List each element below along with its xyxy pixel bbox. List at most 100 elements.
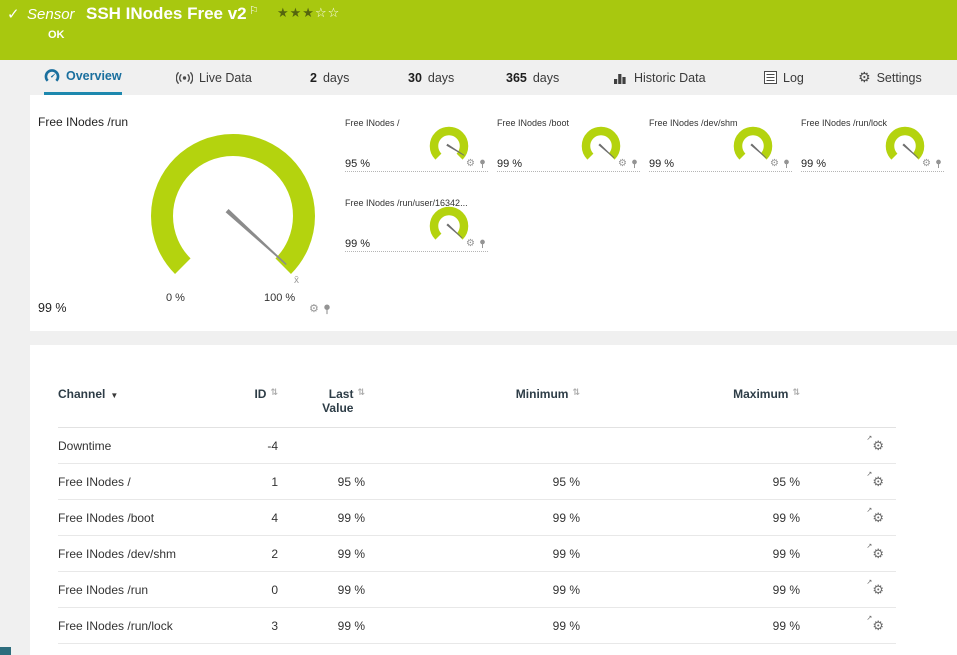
channel-name[interactable]: Free INodes /boot (58, 499, 198, 536)
channel-last-value (278, 427, 365, 464)
tab-overview-label: Overview (66, 69, 122, 83)
channel-minimum (365, 427, 580, 464)
gauge-settings-gear-icon[interactable]: ⚙ (466, 239, 475, 249)
sort-icon: ⇅ (792, 387, 800, 397)
sensor-header: ✓ Sensor SSH INodes Free v2 ⚐ ★★★☆☆ OK (0, 0, 957, 60)
gauge-pin-icon[interactable] (783, 159, 790, 169)
channel-id: 3 (198, 607, 278, 644)
channel-table: Channel ▼ ID ⇅ Last Value⇅ Minimum ⇅ Maximu… (58, 381, 896, 655)
channel-name[interactable]: Free INodes /run/user/16... (58, 643, 198, 655)
col-header-maximum[interactable]: Maximum ⇅ (580, 381, 800, 428)
channel-name[interactable]: Free INodes /dev/shm (58, 535, 198, 572)
channel-name[interactable]: Free INodes /run (58, 571, 198, 608)
channel-last-value: 99 % (278, 643, 365, 655)
star-rating[interactable]: ★★★☆☆ (277, 5, 340, 21)
channel-settings-icon[interactable]: ↗ ⚙ (866, 507, 884, 525)
primary-gauge-needle (225, 208, 287, 265)
channel-maximum: 99 % (580, 643, 800, 655)
tab-live-data[interactable]: Live Data (176, 60, 252, 95)
small-gauge-value: 99 % (345, 238, 371, 250)
channel-maximum: 95 % (580, 463, 800, 500)
gauge-pin-icon[interactable] (479, 159, 486, 169)
table-row[interactable]: Free INodes /boot 4 99 % 99 % 99 % ↗ ⚙ (58, 499, 896, 536)
table-row[interactable]: Free INodes / 1 95 % 95 % 95 % ↗ ⚙ (58, 463, 896, 500)
channel-name[interactable]: Downtime (58, 427, 198, 464)
small-gauge-tile: Free INodes /dev/shm 99 % ⚙ (649, 118, 792, 172)
sensor-status-badge: OK (48, 29, 65, 41)
tab-settings-label: Settings (876, 70, 922, 85)
col-header-minimum[interactable]: Minimum ⇅ (365, 381, 580, 428)
channel-maximum: 99 % (580, 607, 800, 644)
small-gauge-value: 99 % (801, 158, 827, 170)
tab-log-label: Log (783, 70, 804, 85)
table-row[interactable]: Downtime -4 ↗ ⚙ (58, 427, 896, 464)
tab-30-days-label: days (427, 70, 455, 85)
gauge-pin-icon[interactable] (479, 239, 486, 249)
channel-settings-icon[interactable]: ↗ ⚙ (866, 615, 884, 633)
tab-2-days-number: 2 (310, 70, 317, 85)
gauge-max-label: 100 % (264, 292, 296, 304)
channel-minimum: 99 % (365, 499, 580, 536)
flag-icon[interactable]: ⚐ (249, 4, 259, 17)
table-row[interactable]: Free INodes /run/user/16... 5 99 % 99 % … (58, 643, 896, 655)
gauge-pin-icon[interactable] (935, 159, 942, 169)
channel-settings-icon[interactable]: ↗ ⚙ (866, 471, 884, 489)
primary-gauge: x̄ (151, 134, 315, 286)
sort-desc-icon: ▼ (110, 391, 119, 400)
gauge-pin-icon[interactable] (323, 304, 331, 315)
channel-maximum (580, 427, 800, 464)
tab-365-days-label: days (532, 70, 560, 85)
tab-live-data-label: Live Data (199, 70, 252, 85)
gauge-settings-gear-icon[interactable]: ⚙ (770, 159, 779, 169)
gauge-settings-gear-icon[interactable]: ⚙ (309, 304, 319, 315)
channel-last-value: 99 % (278, 499, 365, 536)
footer-corner (0, 647, 11, 655)
tab-historic-data-label: Historic Data (634, 70, 706, 85)
tab-historic-data[interactable]: Historic Data (612, 60, 706, 95)
channel-settings-icon[interactable]: ↗ ⚙ (866, 579, 884, 597)
tab-settings[interactable]: ⚙ Settings (858, 60, 922, 95)
tab-bar: Overview Live Data 2 days 30 days 365 da… (0, 60, 957, 95)
sort-icon: ⇅ (572, 387, 580, 397)
tab-log[interactable]: Log (764, 60, 804, 95)
tab-overview[interactable]: Overview (44, 60, 122, 95)
col-header-id[interactable]: ID ⇅ (198, 381, 278, 428)
channel-last-value: 99 % (278, 607, 365, 644)
channel-name[interactable]: Free INodes / (58, 463, 198, 500)
channel-settings-icon[interactable]: ↗ ⚙ (866, 543, 884, 561)
table-header-row: Channel ▼ ID ⇅ Last Value⇅ Minimum ⇅ Maximu… (58, 381, 896, 428)
channel-id: 1 (198, 463, 278, 500)
tab-2-days-label: days (322, 70, 350, 85)
gauge-pin-icon[interactable] (631, 159, 638, 169)
table-row[interactable]: Free INodes /dev/shm 2 99 % 99 % 99 % ↗ ⚙ (58, 535, 896, 572)
tab-2-days[interactable]: 2 days (310, 60, 349, 95)
channel-id: 0 (198, 571, 278, 608)
small-gauge-value: 99 % (497, 158, 523, 170)
channel-settings-icon[interactable]: ↗ ⚙ (866, 435, 884, 453)
channel-last-value: 99 % (278, 571, 365, 608)
channel-name[interactable]: Free INodes /run/lock (58, 607, 198, 644)
gauge-settings-gear-icon[interactable]: ⚙ (466, 159, 475, 169)
small-gauges-grid: Free INodes / 95 % ⚙ Free INodes /boot 9… (345, 118, 957, 278)
gauge-min-label: 0 % (166, 292, 185, 304)
channel-maximum: 99 % (580, 535, 800, 572)
tab-365-days-number: 365 (506, 70, 527, 85)
gauge-settings-gear-icon[interactable]: ⚙ (922, 159, 931, 169)
col-header-channel[interactable]: Channel ▼ (58, 381, 198, 428)
channel-id: 4 (198, 499, 278, 536)
channel-table-panel: Channel ▼ ID ⇅ Last Value⇅ Minimum ⇅ Maximu… (30, 345, 957, 655)
gauge-settings-gear-icon[interactable]: ⚙ (618, 159, 627, 169)
small-gauge-tile: Free INodes / 95 % ⚙ (345, 118, 488, 172)
average-marker: x̄ (294, 275, 299, 286)
table-row[interactable]: Free INodes /run 0 99 % 99 % 99 % ↗ ⚙ (58, 571, 896, 608)
small-gauge-tile: Free INodes /run/lock 99 % ⚙ (801, 118, 944, 172)
tab-30-days[interactable]: 30 days (408, 60, 454, 95)
channel-minimum: 99 % (365, 607, 580, 644)
sensor-title[interactable]: SSH INodes Free v2 (86, 4, 247, 24)
sort-icon: ⇅ (357, 387, 365, 397)
table-row[interactable]: Free INodes /run/lock 3 99 % 99 % 99 % ↗… (58, 607, 896, 644)
col-header-last-value[interactable]: Last Value⇅ (278, 381, 365, 428)
channel-last-value: 99 % (278, 535, 365, 572)
tab-365-days[interactable]: 365 days (506, 60, 559, 95)
sort-icon: ⇅ (270, 387, 278, 397)
